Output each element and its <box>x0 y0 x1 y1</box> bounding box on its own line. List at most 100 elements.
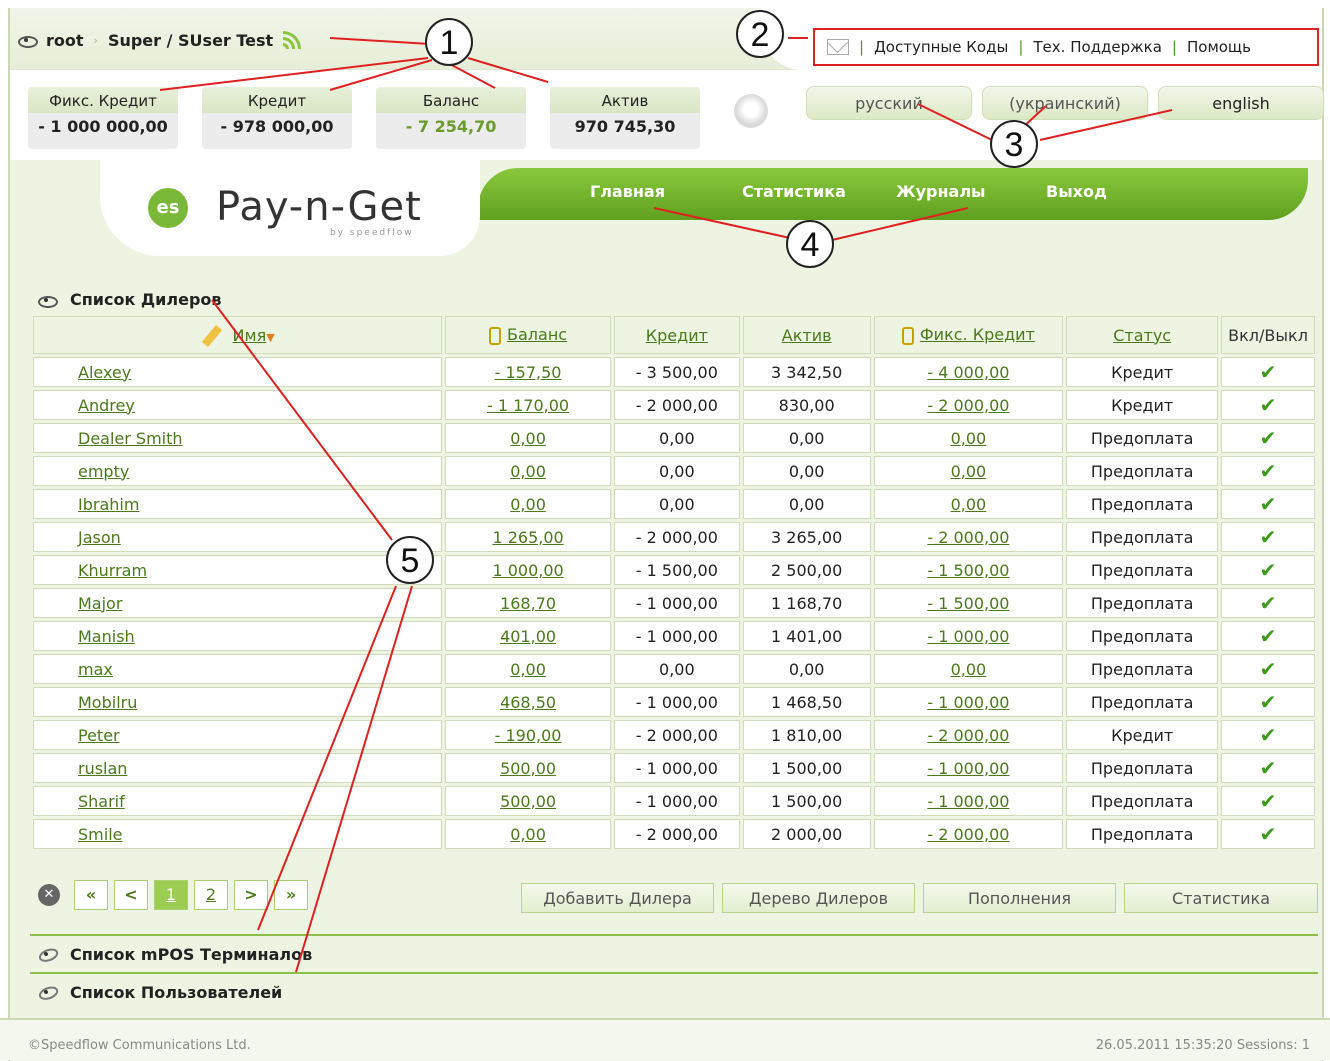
nav-logout[interactable]: Выход <box>1046 182 1107 201</box>
sort-fixed-credit-link[interactable]: Фикс. Кредит <box>920 325 1035 344</box>
dealer-fixed-credit-link[interactable]: - 1 000,00 <box>927 792 1009 811</box>
enabled-toggle[interactable]: ✔ <box>1221 555 1315 585</box>
dealer-balance-link[interactable]: - 190,00 <box>495 726 562 745</box>
dealer-name-link[interactable]: ruslan <box>78 759 127 778</box>
enabled-toggle[interactable]: ✔ <box>1221 588 1315 618</box>
dealer-fixed-credit-link[interactable]: - 2 000,00 <box>927 726 1009 745</box>
dealer-balance-link[interactable]: 0,00 <box>510 495 546 514</box>
dealer-name-link[interactable]: Mobilru <box>78 693 137 712</box>
pager-first-button[interactable]: « <box>74 880 108 910</box>
lang-russian-button[interactable]: русский <box>806 86 972 120</box>
dealer-balance-link[interactable]: 468,50 <box>500 693 556 712</box>
enabled-toggle[interactable]: ✔ <box>1221 753 1315 783</box>
enabled-toggle[interactable]: ✔ <box>1221 522 1315 552</box>
dealer-balance-link[interactable]: - 157,50 <box>495 363 562 382</box>
dealer-balance-link[interactable]: 0,00 <box>510 660 546 679</box>
dealer-fixed-credit-link[interactable]: - 1 000,00 <box>927 759 1009 778</box>
col-fixed-credit[interactable]: Фикс. Кредит <box>873 316 1064 354</box>
dealer-fixed-credit-link[interactable]: 0,00 <box>951 660 987 679</box>
rss-icon[interactable] <box>283 31 303 49</box>
dealer-fixed-credit-link[interactable]: - 1 500,00 <box>927 561 1009 580</box>
col-status[interactable]: Статус <box>1066 316 1219 354</box>
dealer-balance-link[interactable]: 0,00 <box>510 825 546 844</box>
add-dealer-button[interactable]: Добавить Дилера <box>521 883 714 913</box>
sort-credit-link[interactable]: Кредит <box>646 326 708 345</box>
link-help[interactable]: Помощь <box>1187 38 1251 56</box>
close-icon[interactable]: ✕ <box>38 884 60 906</box>
statistics-button[interactable]: Статистика <box>1124 883 1318 913</box>
dealer-balance-link[interactable]: 1 000,00 <box>492 561 563 580</box>
dealer-name-link[interactable]: Dealer Smith <box>78 429 183 448</box>
lang-english-button[interactable]: english <box>1158 86 1324 120</box>
col-credit[interactable]: Кредит <box>613 316 740 354</box>
pager-prev-button[interactable]: < <box>114 880 148 910</box>
dealer-fixed-credit-link[interactable]: - 1 000,00 <box>927 627 1009 646</box>
dealer-fixed-credit-link[interactable]: 0,00 <box>951 429 987 448</box>
dealer-name-link[interactable]: Jason <box>78 528 121 547</box>
enabled-toggle[interactable]: ✔ <box>1221 720 1315 750</box>
dealer-fixed-credit-link[interactable]: - 2 000,00 <box>927 825 1009 844</box>
dealer-name-link[interactable]: Alexey <box>78 363 131 382</box>
dealer-balance-link[interactable]: 168,70 <box>500 594 556 613</box>
dealer-tree-button[interactable]: Дерево Дилеров <box>722 883 915 913</box>
pager-next-button[interactable]: > <box>234 880 268 910</box>
dealer-balance-link[interactable]: 0,00 <box>510 429 546 448</box>
pager-page-2[interactable]: 2 <box>194 880 228 910</box>
dealer-name-link[interactable]: empty <box>78 462 129 481</box>
col-balance[interactable]: Баланс <box>445 316 611 354</box>
nav-journals[interactable]: Журналы <box>896 182 986 201</box>
breadcrumb-root[interactable]: root <box>46 31 84 50</box>
dealer-name-link[interactable]: Manish <box>78 627 135 646</box>
dealer-name-link[interactable]: Sharif <box>78 792 125 811</box>
enabled-toggle[interactable]: ✔ <box>1221 687 1315 717</box>
dealer-name-link[interactable]: Khurram <box>78 561 147 580</box>
dealer-fixed-credit-link[interactable]: 0,00 <box>951 462 987 481</box>
enabled-toggle[interactable]: ✔ <box>1221 654 1315 684</box>
dealer-name-link[interactable]: Andrey <box>78 396 135 415</box>
topups-button[interactable]: Пополнения <box>923 883 1116 913</box>
dealer-name-link[interactable]: max <box>78 660 113 679</box>
dealer-fixed-credit-link[interactable]: 0,00 <box>951 495 987 514</box>
dealer-fixed-credit-link[interactable]: - 1 500,00 <box>927 594 1009 613</box>
dealer-balance-link[interactable]: 1 265,00 <box>492 528 563 547</box>
col-name[interactable]: Имя▼ <box>33 316 443 354</box>
dealer-fixed-credit-link[interactable]: - 2 000,00 <box>927 528 1009 547</box>
dealer-fixed-credit-link[interactable]: - 1 000,00 <box>927 693 1009 712</box>
pager-page-1[interactable]: 1 <box>154 880 188 910</box>
pager-last-button[interactable]: » <box>274 880 308 910</box>
enabled-toggle[interactable]: ✔ <box>1221 357 1315 387</box>
enabled-toggle[interactable]: ✔ <box>1221 489 1315 519</box>
dealer-name-link[interactable]: Peter <box>78 726 120 745</box>
enabled-toggle[interactable]: ✔ <box>1221 456 1315 486</box>
enabled-toggle[interactable]: ✔ <box>1221 819 1315 849</box>
enabled-toggle[interactable]: ✔ <box>1221 786 1315 816</box>
dealer-name-link[interactable]: Major <box>78 594 122 613</box>
dealer-balance-link[interactable]: 500,00 <box>500 792 556 811</box>
sort-balance-link[interactable]: Баланс <box>507 325 567 344</box>
dealer-name-link[interactable]: Ibrahim <box>78 495 139 514</box>
link-tech-support[interactable]: Тех. Поддержка <box>1033 38 1162 56</box>
lang-ukrainian-button[interactable]: (украинский) <box>982 86 1148 120</box>
dealer-name-link[interactable]: Smile <box>78 825 122 844</box>
mail-icon[interactable] <box>827 39 849 55</box>
link-available-codes[interactable]: Доступные Коды <box>874 38 1008 56</box>
nav-home[interactable]: Главная <box>590 182 665 201</box>
col-active[interactable]: Актив <box>742 316 871 354</box>
dealer-balance-link[interactable]: 500,00 <box>500 759 556 778</box>
enabled-toggle[interactable]: ✔ <box>1221 423 1315 453</box>
dealer-balance-link[interactable]: 401,00 <box>500 627 556 646</box>
dealer-fixed-credit-link[interactable]: - 4 000,00 <box>927 363 1009 382</box>
sort-active-link[interactable]: Актив <box>782 326 832 345</box>
section-mpos-terminals[interactable]: Список mPOS Терминалов <box>30 934 1318 972</box>
dealers-section-title[interactable]: Список Дилеров <box>36 290 222 309</box>
eye-icon[interactable] <box>16 34 38 48</box>
sort-status-link[interactable]: Статус <box>1113 326 1171 345</box>
enabled-toggle[interactable]: ✔ <box>1221 621 1315 651</box>
dealer-balance-link[interactable]: 0,00 <box>510 462 546 481</box>
dealer-balance-link[interactable]: - 1 170,00 <box>487 396 569 415</box>
section-users[interactable]: Список Пользователей <box>30 972 1318 1010</box>
dealer-fixed-credit-link[interactable]: - 2 000,00 <box>927 396 1009 415</box>
nav-statistics[interactable]: Статистика <box>742 182 846 201</box>
logo[interactable]: es Pay-n-Get by speedflow <box>100 160 480 256</box>
sort-name-link[interactable]: Имя <box>233 326 267 345</box>
